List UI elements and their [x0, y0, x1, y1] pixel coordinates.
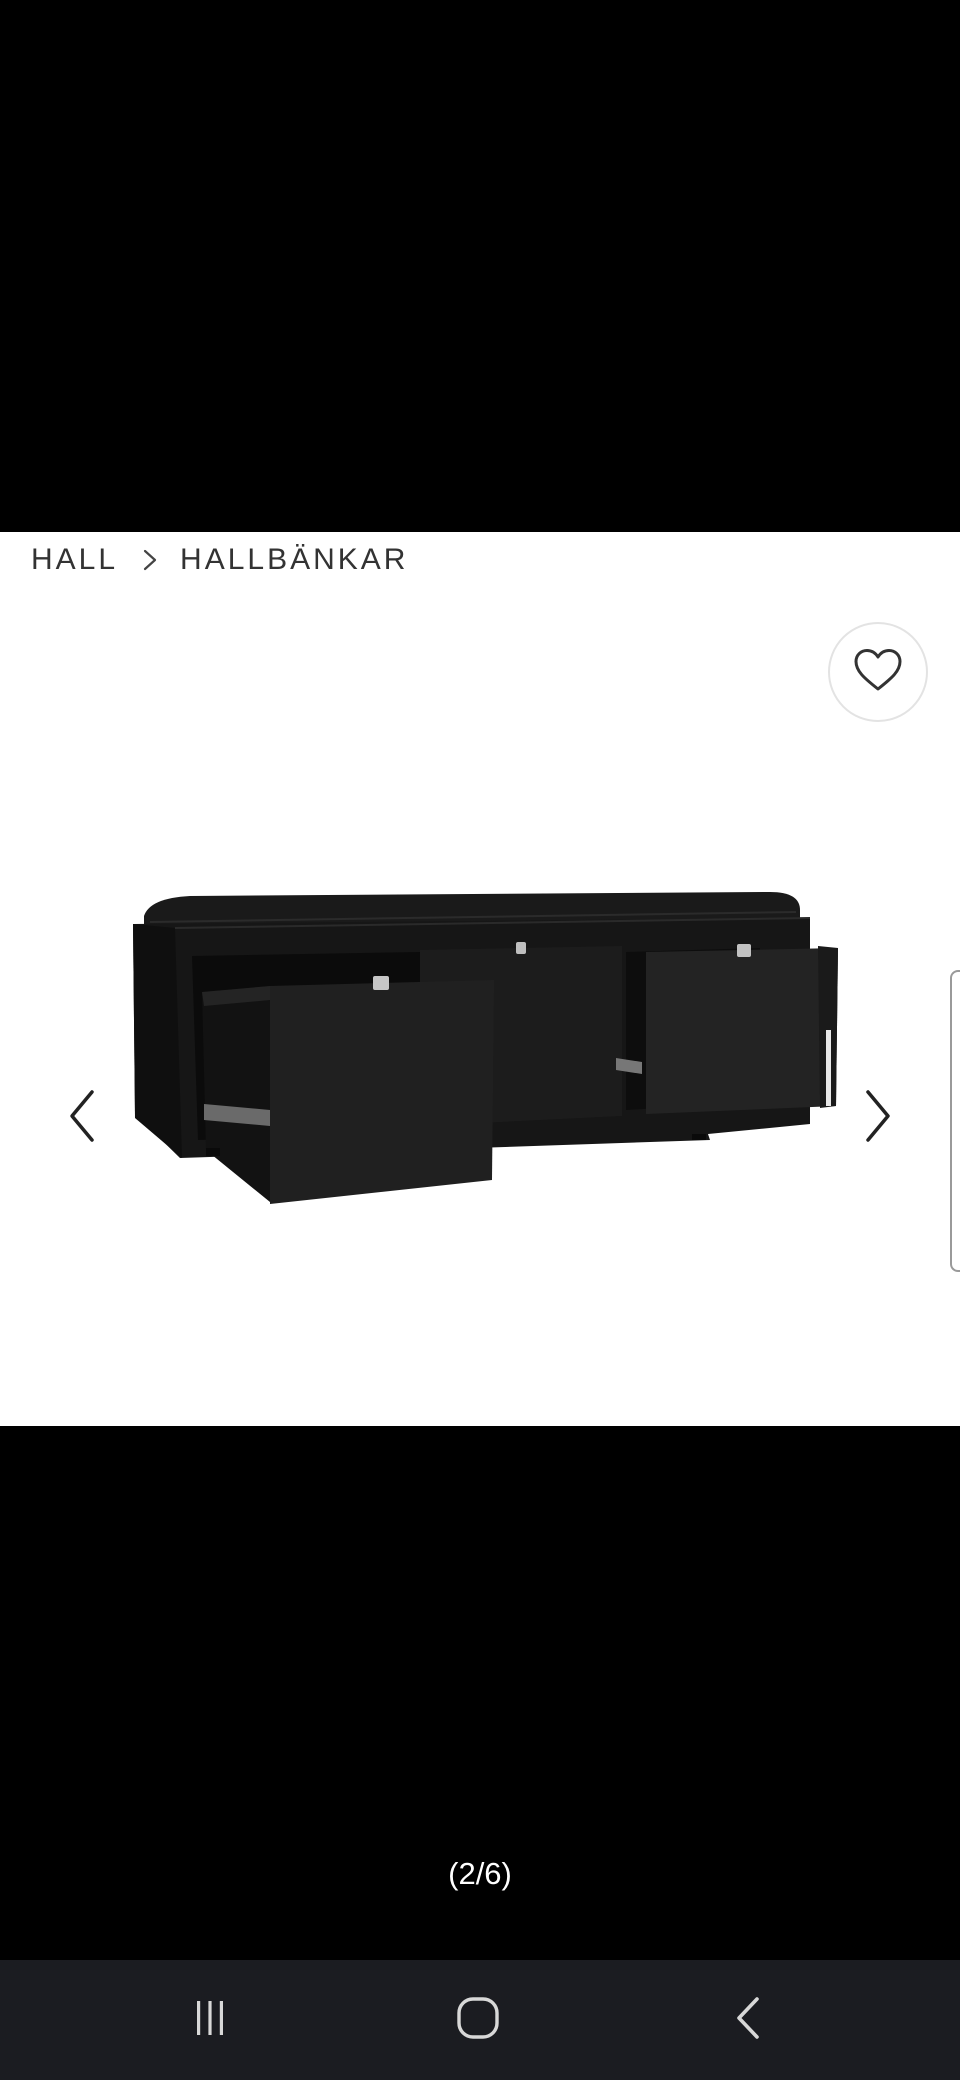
recents-button[interactable]: [180, 1990, 240, 2050]
breadcrumb: HALL HALLBÄNKAR: [31, 538, 408, 582]
next-image-button[interactable]: [848, 1088, 908, 1148]
breadcrumb-item-hall[interactable]: HALL: [31, 543, 118, 577]
breadcrumb-item-hallbankar[interactable]: HALLBÄNKAR: [180, 543, 408, 577]
back-button[interactable]: [718, 1990, 778, 2050]
chevron-right-icon: [862, 1088, 894, 1149]
recents-icon: [190, 1998, 230, 2043]
gallery-slide[interactable]: HALL HALLBÄNKAR: [0, 532, 960, 1426]
product-image: [120, 882, 850, 1282]
scroll-indicator: [950, 970, 960, 1272]
heart-outline-icon: [852, 647, 904, 698]
previous-image-button[interactable]: [52, 1088, 112, 1148]
image-counter: (2/6): [448, 1856, 512, 1891]
home-icon: [456, 1996, 500, 2045]
home-button[interactable]: [448, 1990, 508, 2050]
image-viewer: HALL HALLBÄNKAR (2/6): [0, 0, 960, 2080]
chevron-right-icon: [142, 548, 158, 572]
chevron-left-icon: [66, 1088, 98, 1149]
system-navigation-bar: [0, 1960, 960, 2080]
back-icon: [733, 1996, 763, 2045]
favorite-button[interactable]: [828, 622, 928, 722]
